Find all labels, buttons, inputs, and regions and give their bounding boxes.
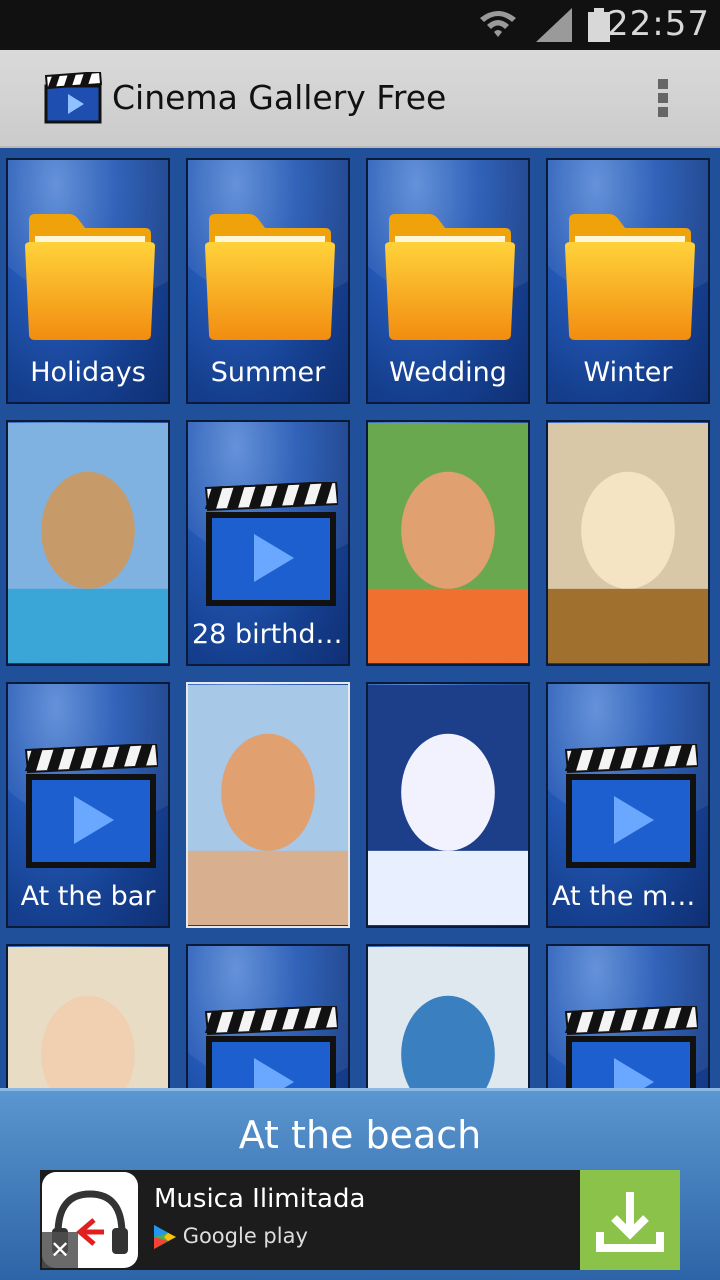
app-title: Cinema Gallery Free: [112, 78, 447, 117]
google-play-icon: [154, 1225, 176, 1249]
clapperboard-icon: [24, 744, 158, 868]
folder-icon: [385, 214, 515, 340]
clapperboard-icon: [564, 1006, 698, 1088]
tile-label: Wedding: [389, 357, 507, 388]
photo-thumbnail: [188, 685, 348, 925]
download-icon: [596, 1192, 664, 1252]
tile-label: Holidays: [30, 357, 146, 388]
ad-title: Musica Ilimitada: [154, 1184, 366, 1214]
tile-label: Winter: [583, 357, 673, 388]
ad-banner[interactable]: ✕ Musica Ilimitada Google play: [40, 1170, 680, 1270]
google-play-badge: Google play: [154, 1224, 308, 1249]
photo-thumbnail: [8, 947, 168, 1088]
photo-tile[interactable]: [186, 682, 350, 928]
selected-item-caption: At the beach: [238, 1113, 482, 1157]
video-tile[interactable]: At the movi…: [546, 682, 710, 928]
folder-icon: [25, 214, 155, 340]
signal-icon: [536, 8, 572, 42]
photo-thumbnail: [368, 947, 528, 1088]
folder-icon: [205, 214, 335, 340]
photo-tile[interactable]: [366, 420, 530, 666]
tile-label: Summer: [210, 357, 326, 388]
tile-label: 28 birthday: [192, 619, 348, 650]
tile-label: At the movi…: [552, 881, 708, 912]
video-tile[interactable]: At the bar: [6, 682, 170, 928]
ad-close-button[interactable]: ✕: [42, 1232, 78, 1268]
clock: 22:57: [607, 4, 710, 44]
video-tile[interactable]: 28 birthday: [186, 420, 350, 666]
folder-tile[interactable]: Holidays: [6, 158, 170, 404]
photo-tile[interactable]: [6, 944, 170, 1088]
action-bar: Cinema Gallery Free: [0, 50, 720, 148]
clapperboard-icon: [204, 482, 338, 606]
folder-icon: [565, 214, 695, 340]
status-bar: 22:57: [0, 0, 720, 50]
ad-download-button[interactable]: [580, 1170, 680, 1270]
photo-thumbnail: [548, 423, 708, 663]
gallery-grid: Holidays Summer Wedding Winter 28 birthday At…: [0, 148, 720, 1088]
wifi-icon: [480, 11, 516, 37]
overflow-menu-icon[interactable]: [652, 76, 674, 124]
photo-thumbnail: [8, 423, 168, 663]
folder-tile[interactable]: Summer: [186, 158, 350, 404]
folder-tile[interactable]: Wedding: [366, 158, 530, 404]
photo-thumbnail: [368, 685, 528, 925]
google-play-label: Google play: [182, 1224, 308, 1248]
photo-tile[interactable]: [6, 420, 170, 666]
photo-tile[interactable]: [546, 420, 710, 666]
photo-tile[interactable]: [366, 944, 530, 1088]
photo-thumbnail: [368, 423, 528, 663]
clapperboard-icon: [564, 744, 698, 868]
tile-label: At the bar: [20, 881, 156, 912]
video-tile[interactable]: [546, 944, 710, 1088]
clapperboard-icon: [204, 1006, 338, 1088]
video-tile[interactable]: [186, 944, 350, 1088]
app-logo-clapperboard-icon: [44, 72, 102, 124]
folder-tile[interactable]: Winter: [546, 158, 710, 404]
photo-tile[interactable]: [366, 682, 530, 928]
